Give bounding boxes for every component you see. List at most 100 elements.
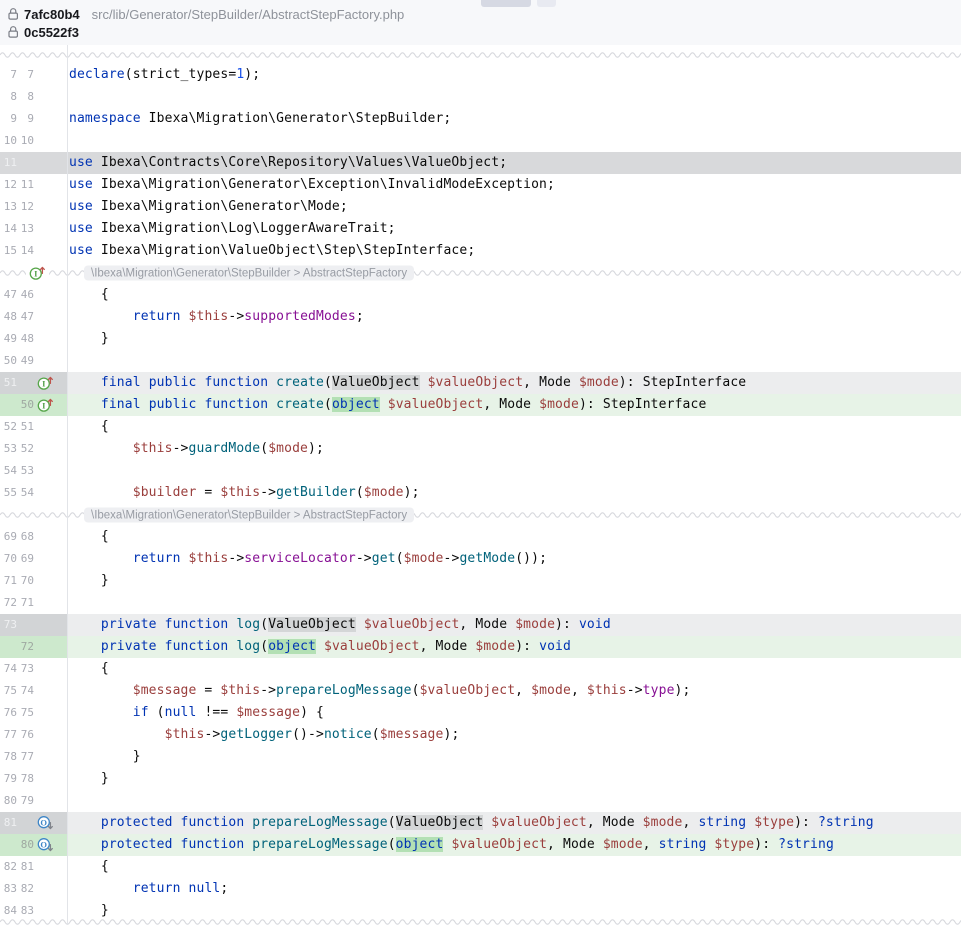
code-line[interactable]: use Ibexa\Migration\Generator\Exception\… xyxy=(67,174,961,196)
code-token xyxy=(141,375,149,390)
code-line[interactable]: declare(strict_types=1); xyxy=(67,64,961,86)
diff-row: 8079 xyxy=(0,790,961,812)
line-number-old: 52 xyxy=(2,416,17,438)
code-token xyxy=(69,397,101,412)
code-line[interactable]: private function log(ValueObject $valueO… xyxy=(67,614,961,636)
code-token: Ibexa\Migration\ValueObject\Step\StepInt… xyxy=(93,243,475,258)
code-token: = xyxy=(196,485,220,500)
partial-toolbar-button[interactable] xyxy=(481,0,531,7)
code-token xyxy=(69,639,101,654)
code-line[interactable]: { xyxy=(67,284,961,306)
implements-icon[interactable]: I xyxy=(37,375,54,391)
code-token: create xyxy=(276,397,324,412)
code-token: function xyxy=(181,837,245,852)
diff-row: 8382 return null; xyxy=(0,878,961,900)
code-token: Ibexa\Migration\Generator\Mode; xyxy=(93,199,348,214)
code-line[interactable]: if (null !== $message) { xyxy=(67,702,961,724)
code-token: ): StepInterface xyxy=(579,397,706,412)
code-token: , xyxy=(571,683,587,698)
line-number-old: 82 xyxy=(2,856,17,878)
changed-word: object xyxy=(396,837,444,852)
code-line[interactable] xyxy=(67,460,961,482)
code-line[interactable]: { xyxy=(67,416,961,438)
code-line[interactable]: } xyxy=(67,328,961,350)
code-line[interactable]: return null; xyxy=(67,878,961,900)
code-line[interactable]: use Ibexa\Contracts\Core\Repository\Valu… xyxy=(67,152,961,174)
code-token: $type xyxy=(714,837,754,852)
code-line[interactable]: use Ibexa\Migration\Generator\Mode; xyxy=(67,196,961,218)
implements-icon[interactable]: I xyxy=(26,265,49,281)
overridden-icon[interactable]: O xyxy=(37,815,54,831)
code-token: $valueObject xyxy=(428,375,524,390)
diff-row: 5251 { xyxy=(0,416,961,438)
code-line[interactable] xyxy=(67,130,961,152)
code-line[interactable]: $message = $this->prepareLogMessage($val… xyxy=(67,680,961,702)
line-number-new: 12 xyxy=(17,196,34,218)
line-number-new: 8 xyxy=(17,86,34,108)
collapsed-region-label[interactable]: \Ibexa\Migration\Generator\StepBuilder >… xyxy=(84,508,414,523)
line-number-new: 69 xyxy=(17,548,34,570)
code-token: { xyxy=(69,287,109,302)
line-number-new: 81 xyxy=(17,856,34,878)
code-line[interactable]: } xyxy=(67,570,961,592)
line-number-new: 47 xyxy=(17,306,34,328)
code-token: , Mode xyxy=(483,397,539,412)
code-token: use xyxy=(69,177,93,192)
line-number-old: 9 xyxy=(2,108,17,130)
line-gutter: 8281 xyxy=(0,856,67,878)
line-gutter: 1010 xyxy=(0,130,67,152)
code-line[interactable] xyxy=(67,350,961,372)
line-number-old: 81 xyxy=(2,812,17,834)
line-number-old: 75 xyxy=(2,680,17,702)
code-line[interactable]: { xyxy=(67,526,961,548)
code-line[interactable]: private function log(object $valueObject… xyxy=(67,636,961,658)
code-line[interactable]: protected function prepareLogMessage(obj… xyxy=(67,834,961,856)
collapsed-region-label[interactable]: \Ibexa\Migration\Generator\StepBuilder >… xyxy=(84,266,414,281)
code-token: !== xyxy=(196,705,236,720)
implements-icon[interactable]: I xyxy=(37,397,54,413)
lock-icon xyxy=(7,25,20,39)
code-line[interactable]: $builder = $this->getBuilder($mode); xyxy=(67,482,961,504)
changed-word: object xyxy=(332,397,380,412)
code-token xyxy=(157,617,165,632)
code-token: -> xyxy=(204,727,220,742)
changed-word: ValueObject xyxy=(332,375,420,390)
code-line[interactable]: { xyxy=(67,658,961,680)
code-token: ); xyxy=(404,485,420,500)
code-line[interactable]: return $this->supportedModes; xyxy=(67,306,961,328)
code-line[interactable]: use Ibexa\Migration\Log\LoggerAwareTrait… xyxy=(67,218,961,240)
overridden-icon[interactable]: O xyxy=(37,837,54,853)
code-line[interactable]: $this->getLogger()->notice($message); xyxy=(67,724,961,746)
line-number-new: 70 xyxy=(17,570,34,592)
code-line[interactable]: return $this->serviceLocator->get($mode-… xyxy=(67,548,961,570)
code-token: -> xyxy=(627,683,643,698)
code-token: { xyxy=(69,529,109,544)
code-line[interactable]: } xyxy=(67,768,961,790)
line-gutter: 8079 xyxy=(0,790,67,812)
code-line[interactable]: $this->guardMode($mode); xyxy=(67,438,961,460)
code-line[interactable]: { xyxy=(67,856,961,878)
code-token: getMode xyxy=(459,551,515,566)
code-token: void xyxy=(579,617,611,632)
code-line[interactable] xyxy=(67,86,961,108)
code-token: $mode xyxy=(643,815,683,830)
code-line[interactable]: use Ibexa\Migration\ValueObject\Step\Ste… xyxy=(67,240,961,262)
code-token: function xyxy=(204,397,268,412)
code-token: ( xyxy=(412,683,420,698)
code-line[interactable]: } xyxy=(67,746,961,768)
code-line[interactable] xyxy=(67,790,961,812)
changed-word: ValueObject xyxy=(268,617,356,632)
line-number-new: 46 xyxy=(17,284,34,306)
partial-toolbar-button[interactable] xyxy=(537,0,556,7)
diff-row: 11use Ibexa\Contracts\Core\Repository\Va… xyxy=(0,152,961,174)
code-token: ( xyxy=(260,639,268,654)
code-token: $this xyxy=(133,441,173,456)
code-line[interactable]: final public function create(object $val… xyxy=(67,394,961,416)
code-line[interactable]: namespace Ibexa\Migration\Generator\Step… xyxy=(67,108,961,130)
line-gutter: 1413 xyxy=(0,218,67,240)
code-line[interactable]: protected function prepareLogMessage(Val… xyxy=(67,812,961,834)
line-number-new: 11 xyxy=(17,174,34,196)
code-line[interactable] xyxy=(67,592,961,614)
diff-row: 5352 $this->guardMode($mode); xyxy=(0,438,961,460)
code-line[interactable]: final public function create(ValueObject… xyxy=(67,372,961,394)
